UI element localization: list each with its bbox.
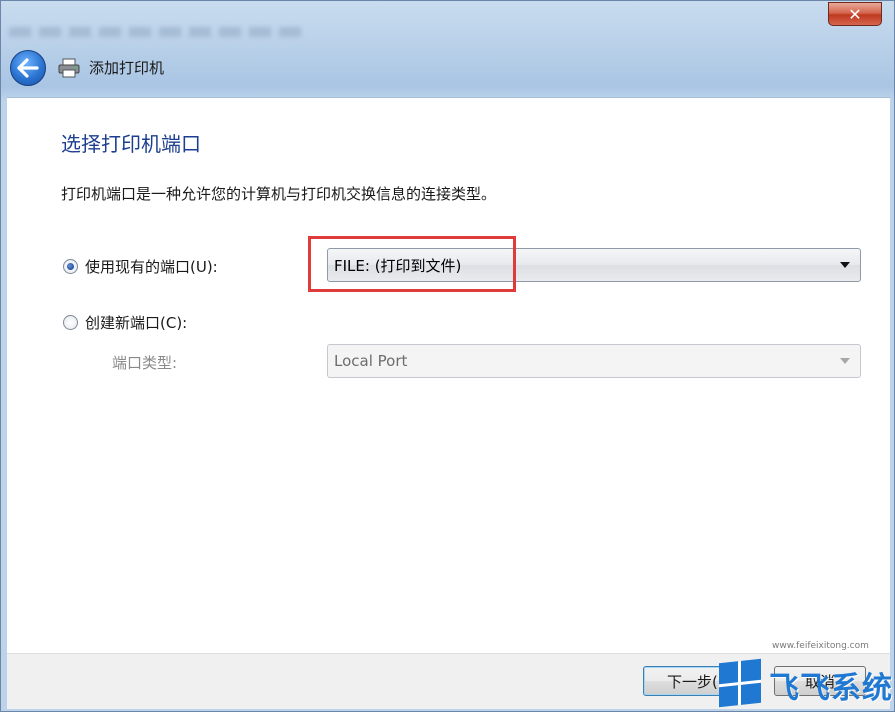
port-type-value: Local Port	[334, 352, 408, 370]
watermark-url: www.feifeixitong.com	[772, 641, 869, 651]
wizard-title: 添加打印机	[89, 59, 165, 77]
radio-selected-dot	[67, 263, 74, 270]
create-new-port-radio[interactable]	[63, 315, 78, 330]
windows-logo-icon	[719, 658, 761, 708]
use-existing-port-label: 使用现有的端口(U):	[85, 258, 218, 276]
red-highlight-box	[308, 236, 516, 292]
port-type-label: 端口类型:	[112, 354, 178, 372]
chevron-down-icon	[840, 262, 850, 268]
watermark-brand: 飞飞系统	[769, 671, 893, 706]
wizard-nav: 添加打印机	[1, 45, 894, 91]
close-button[interactable]: ✕	[828, 2, 882, 26]
back-button[interactable]	[10, 50, 46, 86]
watermark: www.feifeixitong.com 飞飞系统	[715, 641, 895, 711]
close-icon: ✕	[848, 4, 862, 24]
titlebar-blurred-text	[9, 27, 309, 37]
page-heading: 选择打印机端口	[61, 132, 201, 156]
page-description: 打印机端口是一种允许您的计算机与打印机交换信息的连接类型。	[61, 185, 497, 203]
create-new-port-option[interactable]: 创建新端口(C):	[63, 312, 187, 333]
wizard-content: 选择打印机端口 打印机端口是一种允许您的计算机与打印机交换信息的连接类型。 使用…	[7, 97, 890, 653]
use-existing-port-option[interactable]: 使用现有的端口(U):	[63, 256, 218, 277]
port-type-dropdown: Local Port	[327, 344, 861, 378]
add-printer-window: ✕ 添加打印机 选择打印机端口 打印机端口是一种允许您的计算机与打印机交换信息的…	[0, 0, 895, 712]
printer-icon	[58, 58, 80, 78]
back-arrow-icon	[17, 58, 39, 78]
create-new-port-label: 创建新端口(C):	[85, 314, 188, 332]
chevron-down-icon	[840, 358, 850, 364]
use-existing-port-radio[interactable]	[63, 259, 78, 274]
